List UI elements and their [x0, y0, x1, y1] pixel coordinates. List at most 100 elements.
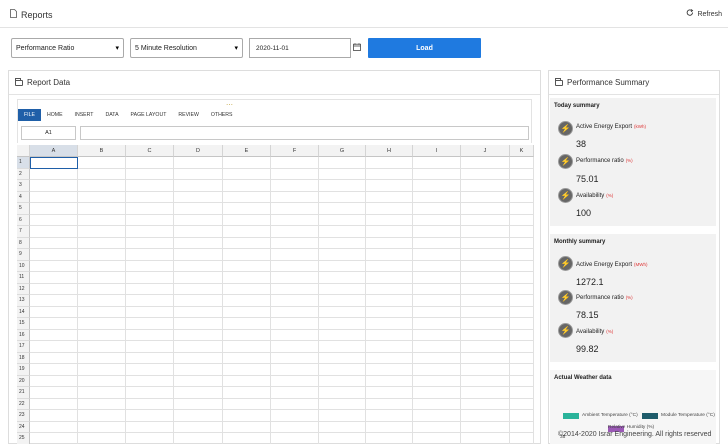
calendar-button[interactable] — [351, 38, 363, 58]
row-header[interactable]: 10 — [17, 260, 30, 272]
grid-cell[interactable] — [271, 318, 319, 330]
grid-cell[interactable] — [510, 237, 534, 249]
grid-cell[interactable] — [174, 203, 223, 215]
grid-cell[interactable] — [271, 421, 319, 433]
grid-cell[interactable] — [510, 203, 534, 215]
grid-cell[interactable] — [319, 237, 366, 249]
grid-cell[interactable] — [510, 410, 534, 422]
grid-cell[interactable] — [78, 398, 126, 410]
report-type-select[interactable]: Performance Ratio ▾ — [11, 38, 124, 58]
grid-cell[interactable] — [271, 260, 319, 272]
grid-cell[interactable] — [366, 352, 413, 364]
grid-cell[interactable] — [510, 306, 534, 318]
grid-cell[interactable] — [223, 387, 271, 399]
grid-cell[interactable] — [174, 387, 223, 399]
grid-cell[interactable] — [366, 410, 413, 422]
grid-cell[interactable] — [126, 260, 174, 272]
grid-cell[interactable] — [174, 341, 223, 353]
grid-cell[interactable] — [366, 329, 413, 341]
grid-cell[interactable] — [510, 226, 534, 238]
grid-cell[interactable] — [366, 341, 413, 353]
grid-cell[interactable] — [461, 249, 510, 261]
grid-cell[interactable] — [30, 180, 78, 192]
grid-cell[interactable] — [319, 260, 366, 272]
grid-cell[interactable] — [461, 272, 510, 284]
grid-cell[interactable] — [78, 318, 126, 330]
grid-cell[interactable] — [78, 272, 126, 284]
grid-cell[interactable] — [510, 421, 534, 433]
grid-cell[interactable] — [126, 364, 174, 376]
grid-cell[interactable] — [271, 214, 319, 226]
grid-cell[interactable] — [78, 191, 126, 203]
grid-cell[interactable] — [510, 283, 534, 295]
grid-cell[interactable] — [413, 421, 461, 433]
grid-cell[interactable] — [223, 226, 271, 238]
grid-cell[interactable] — [174, 306, 223, 318]
grid-cell[interactable] — [271, 398, 319, 410]
grid-cell[interactable] — [174, 214, 223, 226]
grid-cell[interactable] — [319, 398, 366, 410]
grid-cell[interactable] — [223, 272, 271, 284]
grid-cell[interactable] — [30, 421, 78, 433]
grid-cell[interactable] — [271, 306, 319, 318]
grid-cell[interactable] — [30, 226, 78, 238]
grid-cell[interactable] — [78, 237, 126, 249]
grid-cell[interactable] — [413, 214, 461, 226]
grid-cell[interactable] — [78, 203, 126, 215]
grid-cell[interactable] — [126, 329, 174, 341]
grid-cell[interactable] — [510, 329, 534, 341]
grid-cell[interactable] — [271, 352, 319, 364]
grid-cell[interactable] — [319, 214, 366, 226]
row-header[interactable]: 15 — [17, 318, 30, 330]
grid-cell[interactable] — [366, 203, 413, 215]
grid-cell[interactable] — [223, 433, 271, 444]
grid-cell[interactable] — [510, 352, 534, 364]
grid-cell[interactable] — [174, 318, 223, 330]
grid-cell[interactable] — [78, 433, 126, 444]
grid-cell[interactable] — [319, 191, 366, 203]
load-button[interactable]: Load — [368, 38, 481, 58]
grid-cell[interactable] — [78, 283, 126, 295]
row-header[interactable]: 7 — [17, 226, 30, 238]
grid-cell[interactable] — [461, 214, 510, 226]
grid-cell[interactable] — [126, 272, 174, 284]
grid-cell[interactable] — [461, 237, 510, 249]
grid-cell[interactable] — [174, 260, 223, 272]
grid-cell[interactable] — [126, 157, 174, 169]
grid-cell[interactable] — [461, 433, 510, 444]
grid-cell[interactable] — [30, 318, 78, 330]
column-header[interactable]: J — [461, 145, 510, 157]
grid-cell[interactable] — [413, 157, 461, 169]
column-header[interactable]: D — [174, 145, 223, 157]
grid-cell[interactable] — [30, 157, 78, 169]
grid-cell[interactable] — [413, 410, 461, 422]
grid-cell[interactable] — [271, 272, 319, 284]
row-header[interactable]: 25 — [17, 433, 30, 444]
grid-cell[interactable] — [30, 237, 78, 249]
grid-cell[interactable] — [366, 237, 413, 249]
column-header[interactable]: I — [413, 145, 461, 157]
row-header[interactable]: 21 — [17, 387, 30, 399]
grid-cell[interactable] — [174, 398, 223, 410]
grid-cell[interactable] — [126, 237, 174, 249]
grid-cell[interactable] — [510, 214, 534, 226]
grid-cell[interactable] — [413, 249, 461, 261]
grid-cell[interactable] — [126, 421, 174, 433]
grid-cell[interactable] — [461, 421, 510, 433]
grid-cell[interactable] — [413, 260, 461, 272]
grid-cell[interactable] — [366, 157, 413, 169]
grid-cell[interactable] — [271, 341, 319, 353]
grid-cell[interactable] — [461, 168, 510, 180]
grid-cell[interactable] — [174, 180, 223, 192]
grid-cell[interactable] — [223, 168, 271, 180]
grid-cell[interactable] — [271, 295, 319, 307]
row-header[interactable]: 16 — [17, 329, 30, 341]
grid-cell[interactable] — [366, 318, 413, 330]
grid-cell[interactable] — [271, 329, 319, 341]
grid-cell[interactable] — [413, 272, 461, 284]
row-header[interactable]: 23 — [17, 410, 30, 422]
column-header[interactable]: C — [126, 145, 174, 157]
grid-cell[interactable] — [319, 421, 366, 433]
tab-file[interactable]: FILE — [18, 109, 41, 121]
column-header[interactable]: B — [78, 145, 126, 157]
